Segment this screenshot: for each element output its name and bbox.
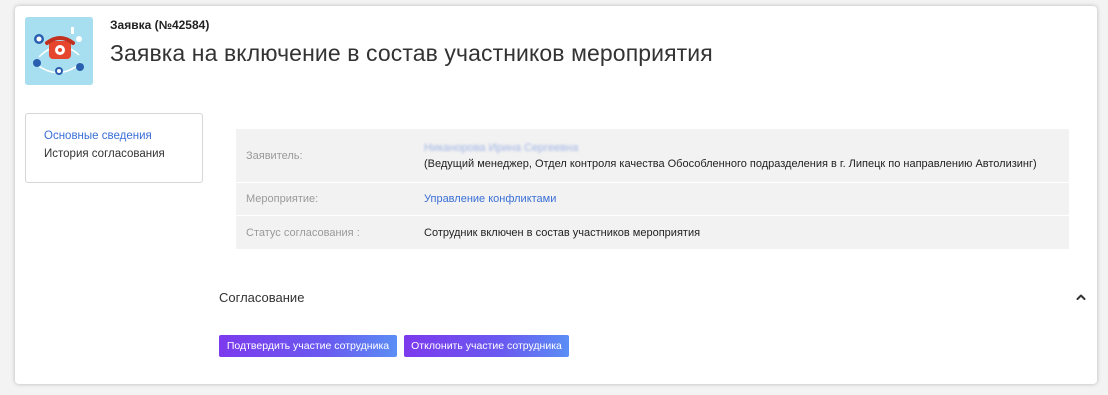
sidebar-item-approval-history[interactable]: История согласования — [44, 145, 202, 163]
reject-participation-button[interactable]: Отклонить участие сотрудника — [404, 335, 569, 357]
confirm-participation-button[interactable]: Подтвердить участие сотрудника — [219, 335, 397, 357]
table-row: Заявитель: Никанорова Ирина Сергеевна (В… — [236, 129, 1069, 183]
applicant-label: Заявитель: — [246, 149, 303, 162]
status-value: Сотрудник включен в состав участников ме… — [424, 216, 1069, 249]
approval-section-title: Согласование — [219, 290, 305, 305]
table-row: Мероприятие: Управление конфликтами — [236, 183, 1069, 216]
applicant-value: Никанорова Ирина Сергеевна (Ведущий мене… — [424, 129, 1069, 182]
side-navigation: Основные сведения История согласования — [25, 113, 203, 183]
event-link[interactable]: Управление конфликтами — [424, 193, 1069, 205]
event-value: Управление конфликтами — [424, 183, 1069, 215]
sidebar-item-main-info[interactable]: Основные сведения — [44, 127, 202, 145]
telephone-network-icon — [25, 17, 93, 85]
request-card: Заявка (№42584) Заявка на включение в со… — [15, 6, 1097, 384]
page-title: Заявка на включение в состав участников … — [110, 40, 713, 66]
chevron-up-icon[interactable] — [1074, 290, 1088, 304]
details-table: Заявитель: Никанорова Ирина Сергеевна (В… — [236, 129, 1069, 250]
table-row: Статус согласования : Сотрудник включен … — [236, 216, 1069, 250]
applicant-position: (Ведущий менеджер, Отдел контроля качест… — [424, 157, 1037, 170]
status-text: Сотрудник включен в состав участников ме… — [424, 226, 701, 239]
event-label: Мероприятие: — [246, 193, 319, 205]
request-number: Заявка (№42584) — [110, 18, 210, 32]
applicant-name[interactable]: Никанорова Ирина Сергеевна — [424, 142, 1069, 154]
status-label: Статус согласования : — [246, 226, 360, 239]
